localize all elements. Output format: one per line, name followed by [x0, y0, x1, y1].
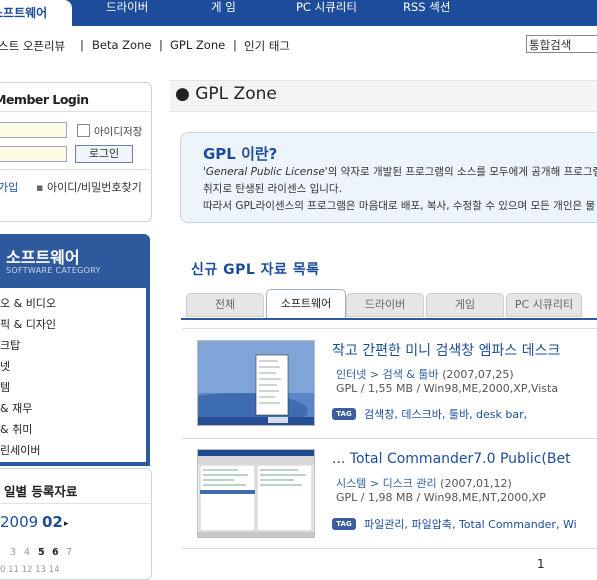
item-info: GPL / 1,98 MB / Win98,ME,NT,2000,XP: [336, 491, 546, 504]
bullet-icon: ▪: [36, 181, 47, 194]
subnav-open-review[interactable]: 스트 오픈리뷰: [0, 38, 65, 54]
tab-driver[interactable]: 드라이버: [346, 293, 424, 317]
item-thumbnail[interactable]: [197, 340, 315, 426]
item-title[interactable]: 작고 간편한 미니 검색창 엠파스 데스크: [332, 340, 560, 360]
member-login-title: Member Login: [0, 92, 89, 107]
gpl-text-line: 따라서 GPL라이센스의 프로그램은 마음대로 배포, 복사, 수정할 수 있으…: [203, 200, 596, 212]
tag-icon: TAG: [332, 408, 356, 420]
subnav-separator: |: [159, 38, 163, 52]
join-link[interactable]: 가입: [0, 179, 18, 195]
sub-nav: 스트 오픈리뷰 | Beta Zone | GPL Zone | 인기 태그: [0, 30, 597, 58]
subnav-separator: |: [80, 38, 84, 52]
save-id-label: 아이디저장: [94, 126, 143, 138]
category-item-finance[interactable]: & 재무: [0, 400, 32, 416]
find-account-label: 아이디/비밀번호찾기: [46, 181, 142, 194]
item-info: GPL / 1,55 MB / Win98,ME,2000,XP,Vista: [336, 382, 559, 395]
calendar-day[interactable]: 7: [66, 547, 72, 558]
divider: [182, 548, 597, 549]
category-item-hobby[interactable]: & 취미: [0, 421, 32, 437]
list-title: 신규 GPL 자료 목록: [191, 262, 320, 278]
password-input[interactable]: [0, 146, 67, 162]
bullet-icon: ●: [175, 84, 196, 104]
tab-underline: [181, 318, 597, 320]
tab-pc-security[interactable]: PC 시큐리티: [506, 293, 582, 317]
page-title: ● GPL Zone: [175, 84, 277, 104]
item-category[interactable]: 인터넷 > 검색 & 툴바 (2007,07,25): [336, 366, 514, 382]
tab-game[interactable]: 게임: [426, 293, 504, 317]
item-tags[interactable]: 파일관리, 파일압축, Total Commander, Wi: [364, 516, 577, 532]
calendar-month: 02: [42, 513, 63, 531]
save-id-checkbox[interactable]: [77, 124, 90, 137]
top-nav: 소프트웨어 드라이버 게 임 PC 시큐리티 RSS 섹션: [0, 0, 597, 26]
calendar-title: 일별 등록자료: [4, 484, 78, 499]
divider: [0, 503, 150, 504]
calendar-day[interactable]: 3: [10, 547, 16, 558]
category-list: 오 & 비디오 픽 & 디자인 크탑 넷 템 & 재무 & 취미 린세이버: [0, 288, 146, 462]
item-thumbnail[interactable]: [197, 449, 315, 538]
subnav-beta-zone[interactable]: Beta Zone: [92, 38, 151, 52]
subnav-separator: |: [233, 38, 237, 52]
category-item-screensaver[interactable]: 린세이버: [0, 442, 40, 458]
tab-all[interactable]: 전체: [186, 293, 264, 317]
gpl-text-line: 취지로 탄생된 라이센스 입니다.: [203, 183, 342, 195]
nav-tab-pc-security[interactable]: PC 시큐리티: [296, 0, 357, 26]
find-account-link[interactable]: ▪ 아이디/비밀번호찾기: [36, 179, 142, 195]
item-title[interactable]: ... Total Commander7.0 Public(Bet: [332, 451, 571, 467]
nav-tab-rss[interactable]: RSS 섹션: [403, 0, 450, 26]
category-item-audio-video[interactable]: 오 & 비디오: [0, 295, 56, 311]
subnav-gpl-zone[interactable]: GPL Zone: [170, 38, 225, 52]
nav-tab-game[interactable]: 게 임: [211, 0, 236, 26]
divider: [0, 169, 150, 170]
calendar-day[interactable]: 5: [38, 547, 45, 558]
item-category[interactable]: 시스템 > 디스크 관리 (2007,01,12): [336, 475, 512, 491]
divider: [182, 438, 597, 439]
item-tags[interactable]: 검색창, 데스크바, 툴바, desk bar,: [364, 406, 527, 422]
tab-software[interactable]: 소프트웨어: [266, 289, 346, 319]
divider: [182, 328, 597, 329]
pagination-current-page[interactable]: 1: [537, 557, 545, 571]
category-item-internet[interactable]: 넷: [0, 358, 10, 374]
category-item-desktop[interactable]: 크탑: [0, 337, 20, 353]
category-title: 소프트웨어: [6, 248, 80, 267]
calendar-day[interactable]: 6: [52, 547, 59, 558]
calendar-year: 2009: [0, 513, 39, 531]
category-item-system[interactable]: 템: [0, 379, 10, 395]
login-button[interactable]: 로그인: [75, 145, 133, 163]
user-id-input[interactable]: [0, 122, 67, 138]
nav-tab-software[interactable]: 소프트웨어: [0, 0, 72, 26]
next-month-arrow-icon[interactable]: ▸: [64, 519, 69, 529]
category-subtitle: SOFTWARE CATEGORY: [6, 266, 101, 275]
subnav-popular-tags[interactable]: 인기 태그: [244, 38, 290, 54]
category-item-graphic-design[interactable]: 픽 & 디자인: [0, 316, 56, 332]
tag-icon: TAG: [332, 518, 356, 530]
divider: [0, 111, 150, 112]
nav-tab-driver[interactable]: 드라이버: [106, 0, 148, 26]
gpl-heading: GPL 이란?: [203, 145, 278, 163]
calendar-day[interactable]: 4: [24, 547, 30, 558]
gpl-text-line: 'General Public License'의 약자로 개발된 프로그램의 …: [203, 166, 597, 178]
search-scope-select[interactable]: 통합검색: [526, 35, 597, 53]
